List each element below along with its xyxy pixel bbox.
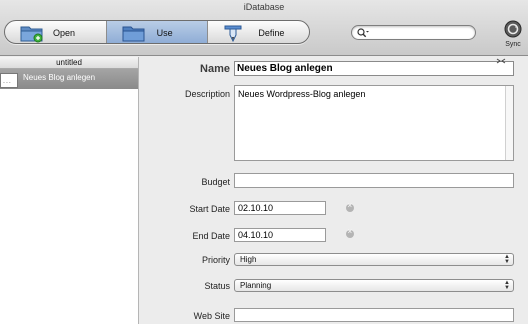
use-label: Use <box>156 28 173 38</box>
search-icon <box>357 28 369 38</box>
budget-field[interactable] <box>234 173 514 188</box>
clear-end-date-icon[interactable] <box>346 227 354 238</box>
status-value: Planning <box>240 281 272 290</box>
chevron-updown-icon: ▲ ▼ <box>504 280 510 291</box>
clear-start-date-icon[interactable] <box>346 201 354 212</box>
name-label: Name <box>200 63 230 75</box>
sync-icon <box>504 20 522 38</box>
status-select[interactable]: Planning ▲ ▼ <box>234 279 514 292</box>
description-label: Description <box>184 89 230 99</box>
define-button[interactable]: Define <box>208 21 309 43</box>
view-mode-segmented-control: Open Use Define <box>4 20 310 44</box>
end-date-field[interactable]: 04.10.10 <box>234 228 326 242</box>
pencil-icon <box>220 23 246 43</box>
description-text: Neues Wordpress-Blog anlegen <box>238 89 366 99</box>
resize-icon[interactable] <box>496 57 506 65</box>
window-title: iDatabase <box>243 2 285 12</box>
start-date-label: Start Date <box>189 204 230 214</box>
sync-button[interactable]: Sync <box>502 20 524 54</box>
open-label: Open <box>53 28 76 38</box>
description-field[interactable]: Neues Wordpress-Blog anlegen <box>234 85 514 161</box>
thumbnail-text: ... <box>3 78 12 85</box>
status-label: Status <box>204 281 230 291</box>
budget-label: Budget <box>201 177 230 187</box>
record-list-header: untitled <box>0 57 138 69</box>
use-button[interactable]: Use <box>106 21 209 43</box>
folder-icon <box>121 23 147 43</box>
window-toolbar: iDatabase Open Use Define Sync <box>0 0 528 56</box>
define-label: Define <box>258 28 285 38</box>
record-list-sidebar: untitled ... Neues Blog anlegen <box>0 57 139 324</box>
list-item[interactable]: ... Neues Blog anlegen <box>0 69 138 89</box>
search-input[interactable] <box>351 25 476 40</box>
website-label: Web Site <box>193 311 230 321</box>
sync-label: Sync <box>505 41 521 48</box>
name-field[interactable]: Neues Blog anlegen <box>234 61 514 76</box>
website-field[interactable] <box>234 308 514 322</box>
priority-label: Priority <box>201 255 230 265</box>
open-button[interactable]: Open <box>5 21 107 43</box>
chevron-updown-icon: ▲ ▼ <box>504 254 510 265</box>
folder-open-icon <box>19 23 45 43</box>
priority-select[interactable]: High ▲ ▼ <box>234 253 514 266</box>
description-scrollbar[interactable] <box>505 86 513 160</box>
priority-value: High <box>240 255 257 264</box>
record-form: Name Neues Blog anlegen Description Neue… <box>140 57 528 324</box>
list-item-label: Neues Blog anlegen <box>23 73 96 82</box>
record-thumbnail: ... <box>0 73 18 88</box>
start-date-field[interactable]: 02.10.10 <box>234 201 326 215</box>
end-date-label: End Date <box>192 231 230 241</box>
